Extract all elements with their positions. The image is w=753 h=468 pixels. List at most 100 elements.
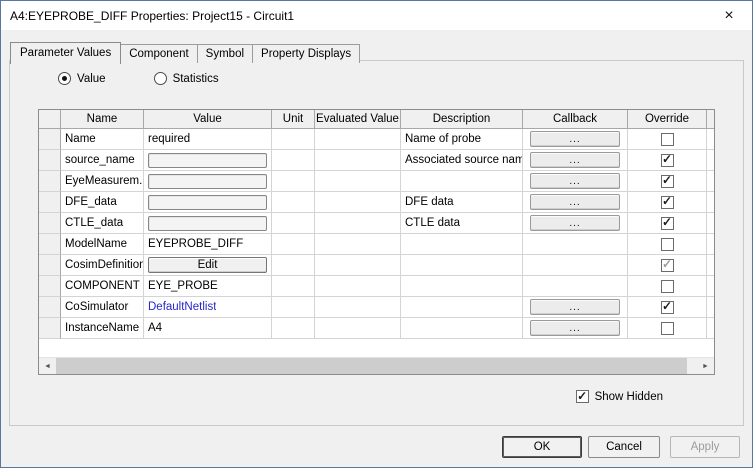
param-value-input[interactable]: [148, 194, 267, 210]
tab-property-displays[interactable]: Property Displays: [252, 44, 361, 63]
param-override-cell: ✓: [628, 171, 707, 192]
param-callback-cell: [523, 255, 628, 276]
callback-button[interactable]: ...: [529, 320, 621, 336]
table-row: source_name Associated source name... ✓: [39, 150, 714, 171]
radio-label: Statistics: [172, 72, 219, 85]
row-selector[interactable]: [39, 318, 61, 339]
row-filler: [707, 171, 714, 192]
param-override-cell: ✓: [628, 150, 707, 171]
table-row: CTLE_data CTLE data... ✓: [39, 213, 714, 234]
override-checkbox[interactable]: ✓: [660, 174, 674, 188]
param-description: [401, 255, 523, 276]
ok-button[interactable]: OK: [502, 436, 582, 458]
edit-button[interactable]: Edit: [148, 257, 267, 273]
titlebar: A4:EYEPROBE_DIFF Properties: Project15 -…: [1, 1, 752, 30]
check-icon: ✓: [661, 257, 673, 271]
radio-button-icon: [153, 72, 167, 85]
row-selector[interactable]: [39, 276, 61, 297]
param-unit: [272, 318, 315, 339]
override-checkbox[interactable]: [660, 279, 674, 293]
check-icon: ✓: [661, 194, 673, 208]
scrollbar-track[interactable]: [56, 358, 697, 374]
param-value-input[interactable]: [148, 173, 267, 189]
apply-button[interactable]: Apply: [670, 436, 740, 458]
param-callback-cell: [523, 276, 628, 297]
param-callback-cell: ...: [523, 192, 628, 213]
tab-panel: Value Statistics Name Value Unit Evaluated V…: [9, 60, 744, 426]
scroll-left-button[interactable]: ◄: [39, 358, 56, 374]
override-checkbox[interactable]: ✓: [660, 152, 674, 167]
row-filler: [707, 192, 714, 213]
parameter-table: Name Value Unit Evaluated Value Description C…: [38, 109, 715, 375]
row-filler: [707, 276, 714, 297]
param-value-cell: required: [144, 129, 272, 150]
param-value-cell: [144, 213, 272, 234]
check-icon: ✓: [661, 152, 673, 166]
override-checkbox[interactable]: [660, 237, 674, 251]
param-unit: [272, 276, 315, 297]
horizontal-scrollbar[interactable]: ◄ ►: [39, 357, 714, 374]
param-value-cell: A4: [144, 318, 272, 339]
scroll-right-button[interactable]: ►: [697, 358, 714, 374]
override-checkbox[interactable]: ✓: [660, 216, 674, 230]
param-override-cell: ✓: [628, 192, 707, 213]
radio-statistics[interactable]: Statistics: [153, 72, 219, 85]
row-selector[interactable]: [39, 150, 61, 171]
radio-value[interactable]: Value: [58, 72, 106, 85]
param-unit: [272, 171, 315, 192]
param-callback-cell: ...: [523, 318, 628, 339]
param-unit: [272, 213, 315, 234]
tab-symbol[interactable]: Symbol: [196, 44, 254, 63]
callback-button[interactable]: ...: [529, 173, 621, 189]
param-evaluated-value: [315, 150, 401, 171]
param-name: CTLE_data: [61, 213, 144, 234]
callback-button[interactable]: ...: [529, 194, 621, 210]
window-title: A4:EYEPROBE_DIFF Properties: Project15 -…: [10, 8, 295, 23]
param-unit: [272, 129, 315, 150]
row-selector[interactable]: [39, 171, 61, 192]
callback-button[interactable]: ...: [529, 152, 621, 168]
callback-button[interactable]: ...: [529, 215, 621, 231]
param-callback-cell: ...: [523, 213, 628, 234]
param-name: Name: [61, 129, 144, 150]
checkbox-icon: ✓: [575, 390, 589, 403]
param-name: DFE_data: [61, 192, 144, 213]
param-unit: [272, 150, 315, 171]
param-evaluated-value: [315, 276, 401, 297]
table-row: CosimDefinition Edit ✓: [39, 255, 714, 276]
param-value-input[interactable]: [148, 215, 267, 231]
param-value-input[interactable]: [148, 152, 267, 168]
row-selector[interactable]: [39, 129, 61, 150]
row-selector[interactable]: [39, 234, 61, 255]
row-selector[interactable]: [39, 192, 61, 213]
row-selector[interactable]: [39, 297, 61, 318]
scrollbar-thumb[interactable]: [56, 358, 687, 374]
header-cell-unit: Unit: [272, 110, 315, 129]
param-name: CosimDefinition: [61, 255, 144, 276]
radio-button-icon: [58, 72, 71, 85]
row-filler: [707, 318, 714, 339]
override-checkbox[interactable]: [660, 132, 674, 146]
check-icon: ✓: [661, 299, 673, 313]
close-button[interactable]: ×: [706, 1, 752, 30]
param-name: CoSimulator: [61, 297, 144, 318]
row-selector[interactable]: [39, 213, 61, 234]
param-value-link[interactable]: DefaultNetlist: [148, 301, 216, 313]
override-checkbox[interactable]: [660, 321, 674, 335]
header-cell-selector: [39, 110, 61, 129]
cancel-button[interactable]: Cancel: [588, 436, 660, 458]
tab-component[interactable]: Component: [120, 44, 198, 63]
row-selector[interactable]: [39, 255, 61, 276]
row-filler: [707, 297, 714, 318]
callback-button[interactable]: ...: [529, 131, 621, 147]
tab-parameter-values[interactable]: Parameter Values: [10, 42, 122, 64]
callback-button[interactable]: ...: [529, 299, 621, 315]
show-hidden-checkbox[interactable]: ✓ Show Hidden: [575, 390, 663, 403]
dialog-buttons: OK Cancel Apply: [502, 436, 740, 458]
override-checkbox[interactable]: ✓: [660, 299, 674, 314]
override-checkbox[interactable]: ✓: [660, 257, 674, 272]
param-override-cell: ✓: [628, 255, 707, 276]
param-value-cell: EYEPROBE_DIFF: [144, 234, 272, 255]
param-description: Name of probe: [401, 129, 523, 150]
override-checkbox[interactable]: ✓: [660, 194, 674, 209]
